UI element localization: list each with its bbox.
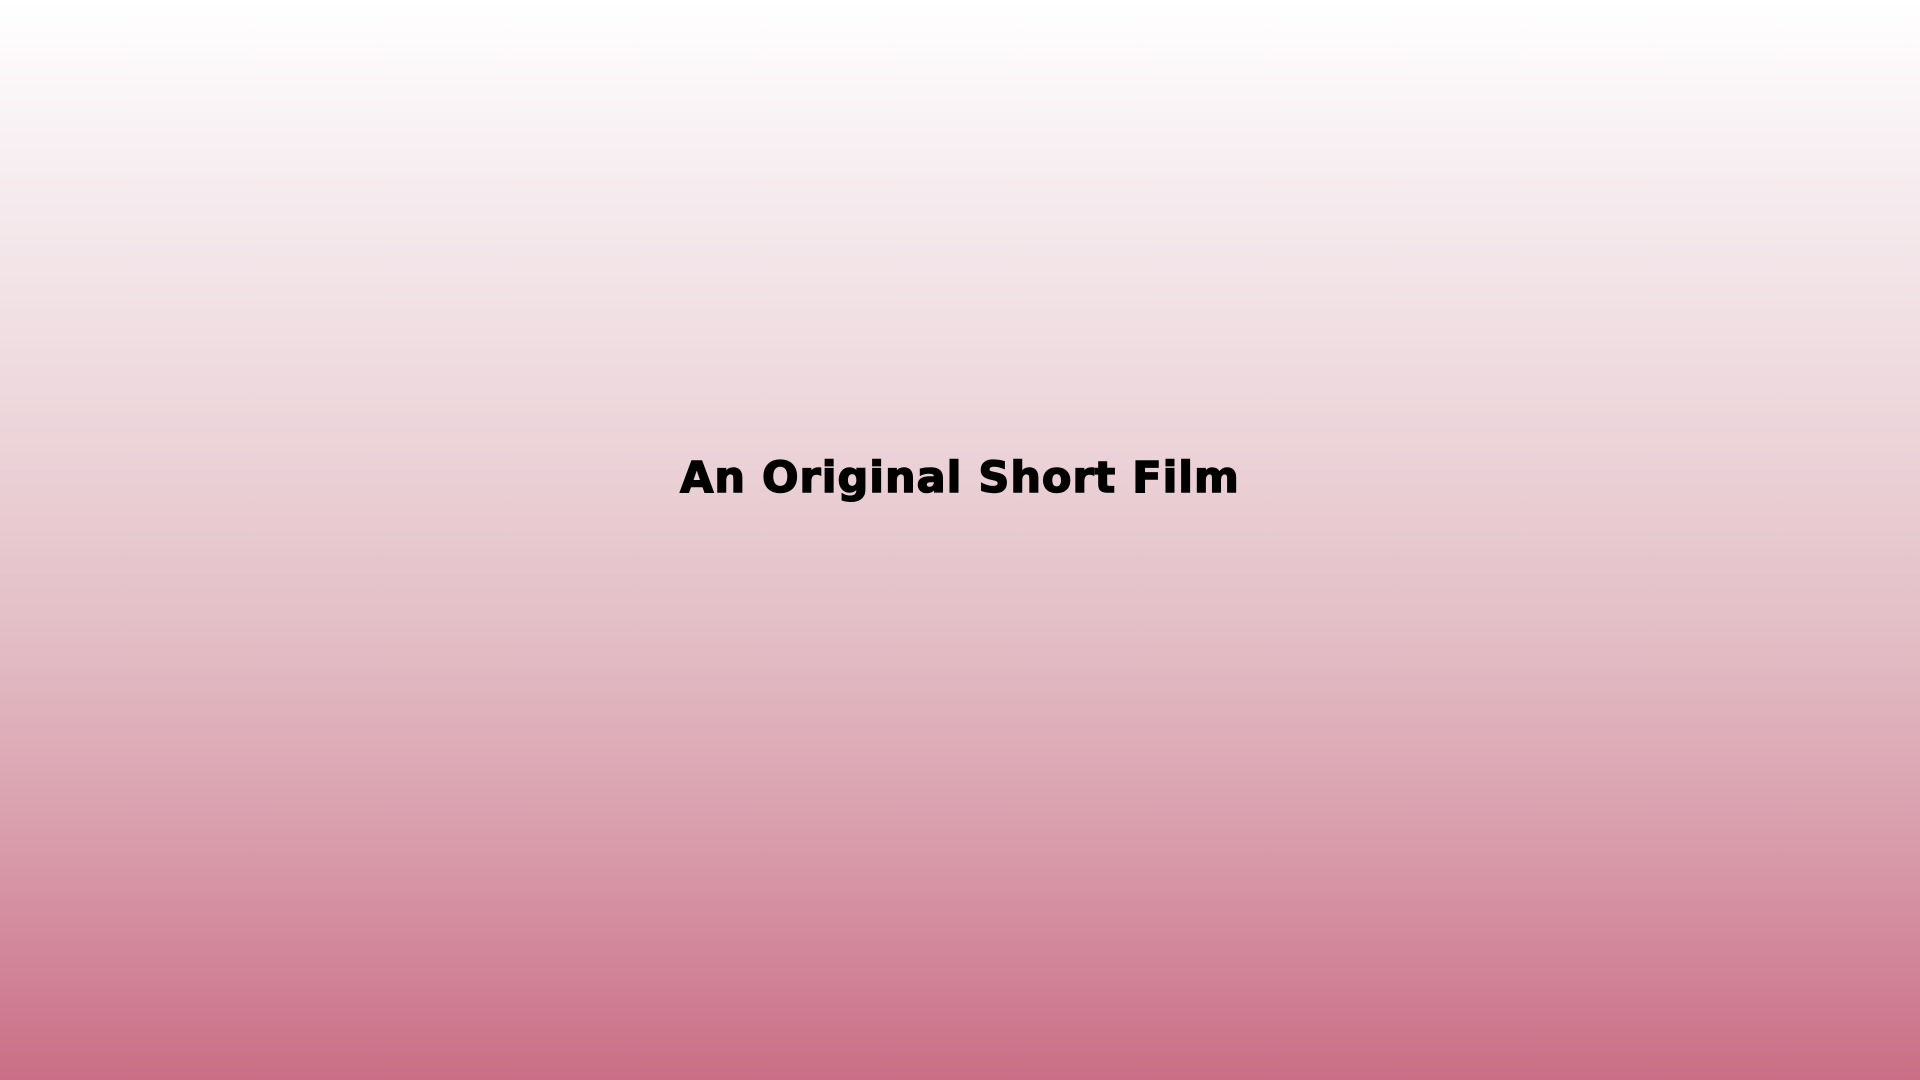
title-card-text: An Original Short Film — [679, 452, 1240, 504]
title-card-screen: An Original Short Film — [0, 0, 1920, 1080]
